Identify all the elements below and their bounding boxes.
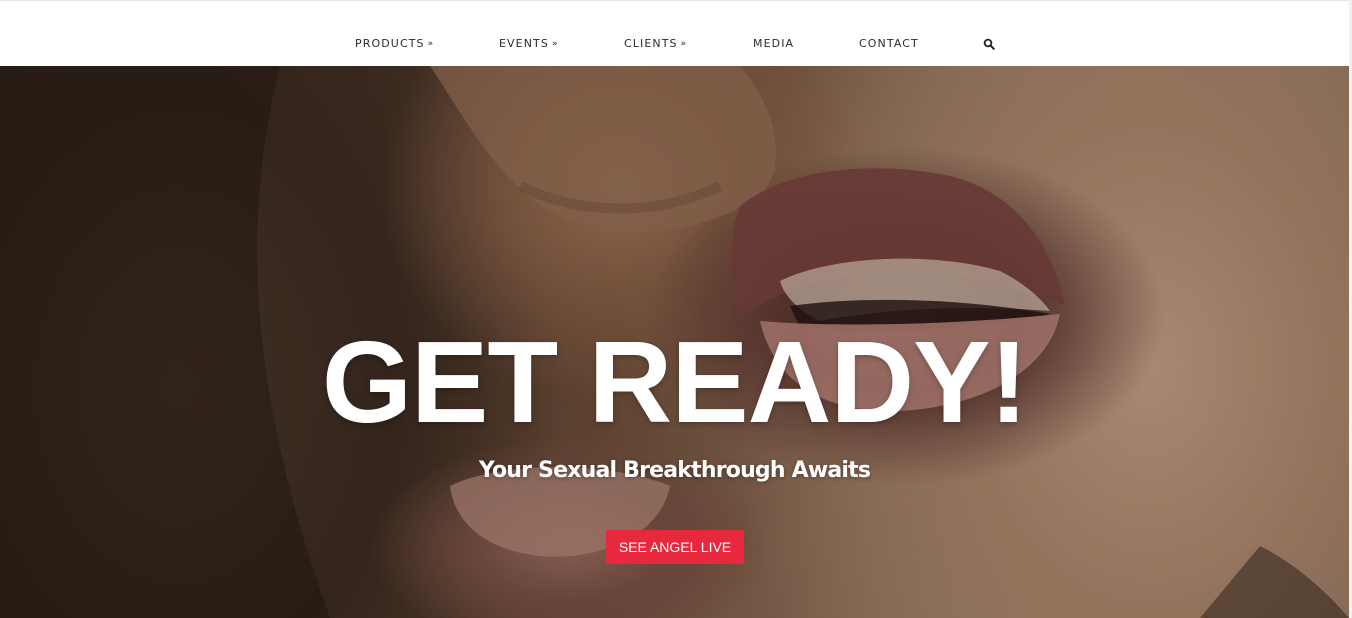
- nav-item-media[interactable]: MEDIA: [753, 37, 794, 50]
- nav-item-products[interactable]: PRODUCTS»: [355, 37, 433, 50]
- search-icon[interactable]: [983, 38, 995, 50]
- top-navigation: PRODUCTS» EVENTS» CLIENTS» MEDIA CONTACT: [0, 0, 1349, 66]
- nav-item-label: CONTACT: [859, 37, 919, 50]
- hero-banner: GET READY! Your Sexual Breakthrough Awai…: [0, 66, 1349, 618]
- hero-title: GET READY!: [321, 317, 1028, 447]
- chevron-double-down-icon: »: [551, 39, 558, 49]
- hero-subtitle: Your Sexual Breakthrough Awaits: [478, 458, 871, 483]
- nav-item-label: PRODUCTS: [355, 37, 425, 50]
- nav-item-contact[interactable]: CONTACT: [859, 37, 919, 50]
- chevron-double-down-icon: »: [427, 39, 434, 49]
- see-angel-live-button[interactable]: SEE ANGEL LIVE: [606, 530, 744, 564]
- nav-item-label: MEDIA: [753, 37, 795, 50]
- nav-item-label: EVENTS: [499, 37, 549, 50]
- chevron-double-down-icon: »: [680, 39, 687, 49]
- nav-item-events[interactable]: EVENTS»: [499, 37, 557, 50]
- nav-item-label: CLIENTS: [624, 37, 678, 50]
- nav-item-clients[interactable]: CLIENTS»: [624, 37, 686, 50]
